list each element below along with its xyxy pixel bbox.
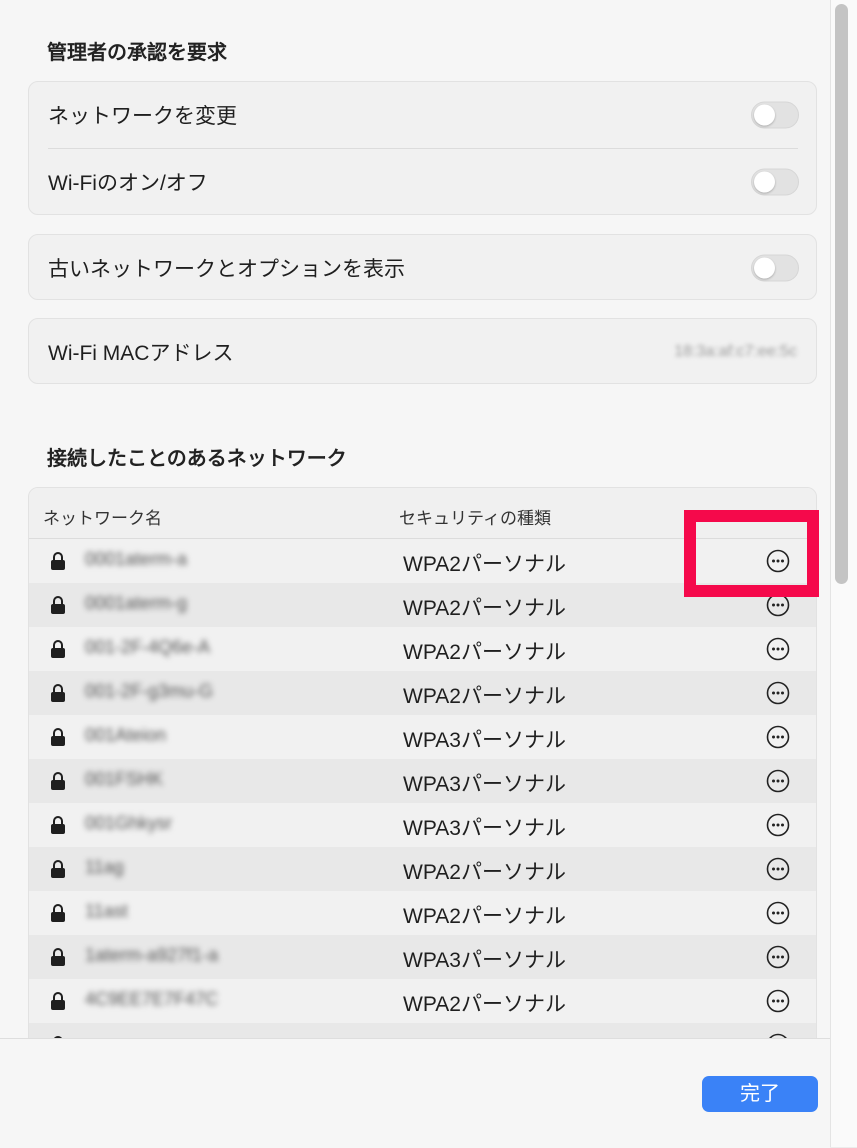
table-row[interactable]: 001-2F-4Q6e-A WPA2パーソナル [29, 627, 816, 671]
toggle-knob [754, 104, 775, 126]
toggle-knob [754, 171, 775, 193]
known-networks-title: 接続したことのあるネットワーク [47, 448, 347, 470]
change-network-toggle[interactable] [751, 101, 799, 129]
lock-icon [50, 815, 66, 835]
lock-icon [50, 727, 66, 747]
table-row[interactable]: 1aterm-a927f1-a WPA3パーソナル [29, 935, 816, 979]
security-type: WPA2パーソナル [403, 685, 566, 708]
table-row[interactable]: 4C9EE7E7F47C WPA2パーソナル [29, 979, 816, 1023]
lock-icon [50, 683, 66, 703]
lock-icon [50, 595, 66, 615]
legacy-networks-row: 古いネットワークとオプションを表示 [29, 235, 816, 301]
network-name: 001FSHK [85, 769, 164, 789]
column-header-name[interactable]: ネットワーク名 [43, 504, 162, 529]
network-name: 4C9EE7E7F47C [85, 989, 219, 1009]
security-type: WPA2パーソナル [403, 905, 566, 928]
ellipsis-circle-icon[interactable] [766, 813, 790, 837]
ellipsis-circle-icon[interactable] [766, 857, 790, 881]
ellipsis-circle-icon[interactable] [766, 989, 790, 1013]
legacy-networks-label: 古いネットワークとオプションを表示 [48, 258, 405, 281]
security-type: WPA3パーソナル [403, 773, 566, 796]
done-button[interactable]: 完了 [702, 1076, 818, 1112]
footer-bar: 完了 [0, 1038, 830, 1148]
mac-address-row: Wi-Fi MACアドレス 18:3a:af:c7:ee:5c [29, 319, 816, 385]
lock-icon [50, 771, 66, 791]
table-row[interactable]: 001-2F-g3mu-G WPA2パーソナル [29, 671, 816, 715]
wifi-onoff-label: Wi-Fiのオン/オフ [48, 172, 208, 195]
network-name: 0001aterm-g [85, 593, 188, 613]
network-name: 001Ghkysr [85, 813, 173, 833]
table-row[interactable]: 001Ghkysr WPA3パーソナル [29, 803, 816, 847]
security-type: WPA2パーソナル [403, 641, 566, 664]
network-name: 001Ateion [85, 725, 167, 745]
network-name: 1aterm-a927f1-a [85, 945, 219, 965]
wifi-onoff-toggle[interactable] [751, 168, 799, 196]
security-type: WPA2パーソナル [403, 553, 566, 576]
security-type: WPA2パーソナル [403, 597, 566, 620]
table-row[interactable]: 11ast WPA2パーソナル [29, 891, 816, 935]
security-type: WPA3パーソナル [403, 817, 566, 840]
security-type: WPA2パーソナル [403, 993, 566, 1016]
mac-address-label: Wi-Fi MACアドレス [48, 342, 234, 365]
legacy-networks-toggle[interactable] [751, 254, 799, 282]
legacy-networks-card: 古いネットワークとオプションを表示 [28, 234, 817, 300]
lock-icon [50, 947, 66, 967]
mac-address-value: 18:3a:af:c7:ee:5c [674, 343, 797, 360]
ellipsis-circle-icon[interactable] [766, 725, 790, 749]
table-row[interactable] [29, 1023, 816, 1038]
mac-address-card: Wi-Fi MACアドレス 18:3a:af:c7:ee:5c [28, 318, 817, 384]
scrollbar-thumb[interactable] [835, 4, 848, 584]
highlight-box [684, 510, 819, 597]
lock-icon [50, 639, 66, 659]
lock-icon [50, 551, 66, 571]
admin-approval-card: ネットワークを変更 Wi-Fiのオン/オフ [28, 81, 817, 215]
wifi-onoff-row: Wi-Fiのオン/オフ [29, 149, 816, 215]
security-type: WPA2パーソナル [403, 861, 566, 884]
change-network-row: ネットワークを変更 [29, 82, 816, 148]
column-header-security[interactable]: セキュリティの種類 [399, 504, 551, 529]
table-row[interactable]: 001Ateion WPA3パーソナル [29, 715, 816, 759]
admin-approval-title: 管理者の承認を要求 [47, 42, 227, 64]
network-name: 001-2F-g3mu-G [85, 681, 214, 701]
network-name: 11ast [85, 901, 128, 921]
ellipsis-circle-icon[interactable] [766, 945, 790, 969]
table-row[interactable]: 001FSHK WPA3パーソナル [29, 759, 816, 803]
lock-icon [50, 991, 66, 1011]
lock-icon [50, 903, 66, 923]
ellipsis-circle-icon[interactable] [766, 769, 790, 793]
ellipsis-circle-icon[interactable] [766, 901, 790, 925]
table-row[interactable]: 11ag WPA2パーソナル [29, 847, 816, 891]
ellipsis-circle-icon[interactable] [766, 637, 790, 661]
network-name: 11ag [85, 857, 124, 877]
lock-icon [50, 859, 66, 879]
toggle-knob [754, 257, 775, 279]
change-network-label: ネットワークを変更 [48, 105, 237, 128]
network-name: 0001aterm-a [85, 549, 188, 569]
security-type: WPA3パーソナル [403, 949, 566, 972]
network-name: 001-2F-4Q6e-A [85, 637, 211, 657]
ellipsis-circle-icon[interactable] [766, 681, 790, 705]
security-type: WPA3パーソナル [403, 729, 566, 752]
